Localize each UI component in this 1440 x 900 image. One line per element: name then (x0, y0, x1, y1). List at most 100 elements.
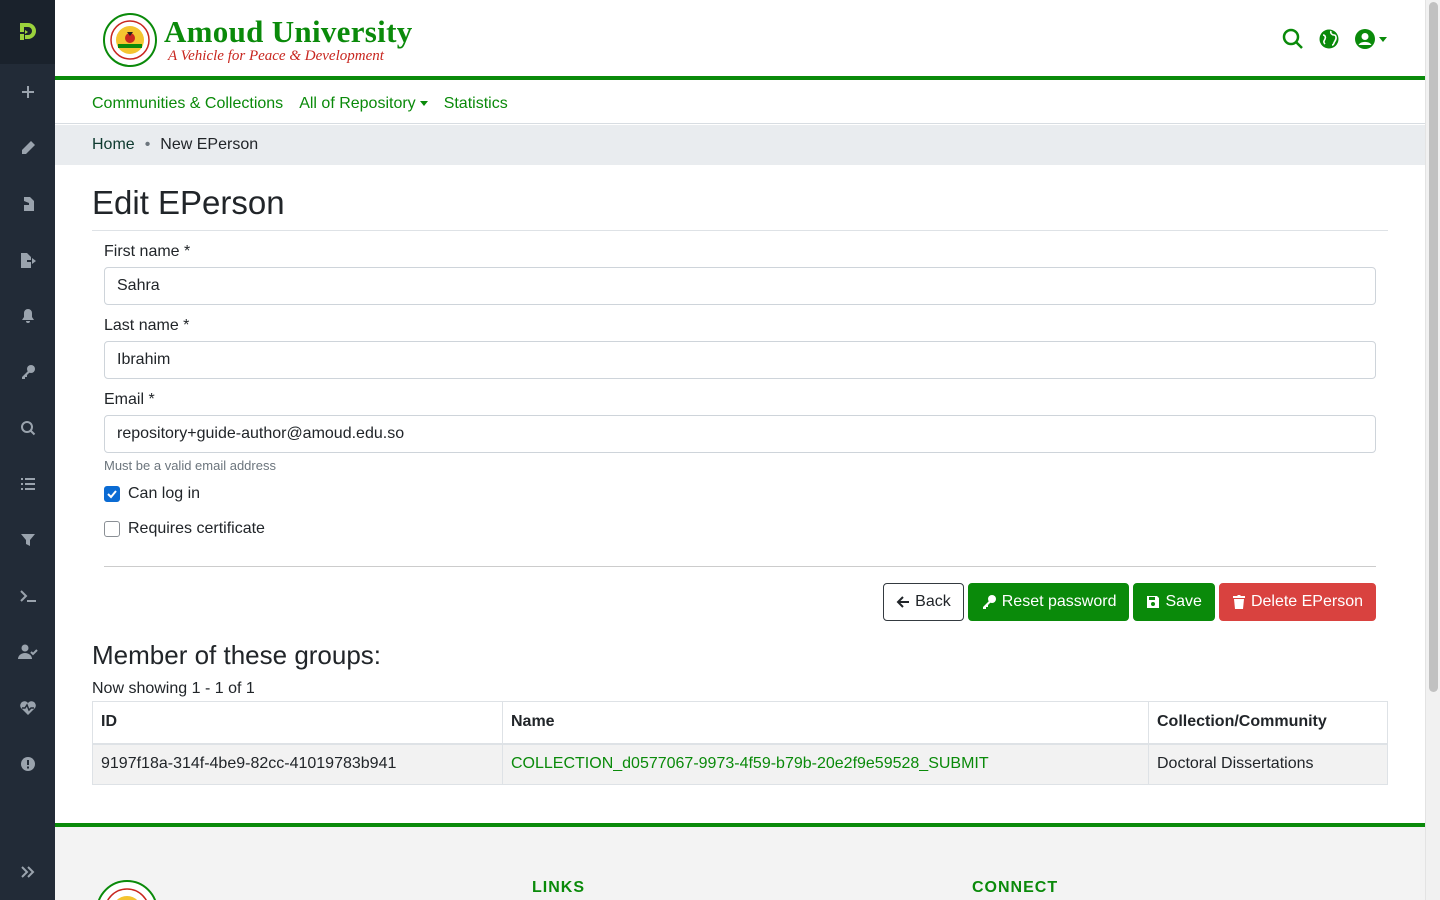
main-navbar: Communities & Collections All of Reposit… (55, 84, 1425, 124)
save-icon (1147, 596, 1160, 608)
university-seal-logo (103, 13, 157, 67)
list-icon (20, 478, 35, 490)
requires-certificate-checkbox[interactable] (104, 521, 120, 537)
heartbeat-icon (19, 701, 36, 715)
group-name-link[interactable]: COLLECTION_d0577067-9973-4f59-b79b-20e2f… (511, 755, 989, 772)
checkmark-icon (107, 490, 117, 499)
user-circle-icon (1355, 29, 1375, 49)
nav-statistics[interactable]: Statistics (444, 95, 508, 113)
table-row: 9197f18a-314f-4be9-82cc-41019783b941 COL… (92, 743, 1388, 785)
groups-section-title: Member of these groups: (92, 640, 382, 670)
footer-connect-heading: CONNECT (972, 879, 1059, 896)
column-header-collection: Collection/Community (1148, 701, 1388, 745)
page-title: Edit EPerson (92, 185, 1388, 231)
delete-eperson-button[interactable]: Delete EPerson (1218, 583, 1376, 621)
footer-seal-logo (98, 880, 156, 900)
form-divider (104, 566, 1376, 567)
admin-sidebar (0, 0, 55, 900)
key-icon (21, 365, 35, 379)
sidebar-item-processes[interactable] (0, 576, 55, 616)
can-login-checkbox-row: Can log in (104, 485, 1376, 503)
sidebar-item-system-alert[interactable] (0, 744, 55, 784)
groups-table: ID Name Collection/Community 9197f18a-31… (92, 701, 1388, 785)
sidebar-item-access-control[interactable] (0, 352, 55, 392)
breadcrumb-home[interactable]: Home (92, 136, 135, 154)
language-switch-button[interactable] (1318, 28, 1340, 50)
back-button-label: Back (915, 593, 951, 610)
sidebar-item-edit[interactable] (0, 128, 55, 168)
sidebar-item-admin-search[interactable] (0, 408, 55, 448)
reset-password-button[interactable]: Reset password (967, 583, 1130, 621)
can-login-checkbox[interactable] (104, 486, 120, 502)
brand-link[interactable]: Amoud University A Vehicle for Peace & D… (102, 12, 413, 68)
footer-links-heading: LINKS (532, 879, 585, 896)
pagination-summary: Now showing 1 - 1 of 1 (92, 680, 255, 697)
group-id-cell: 9197f18a-314f-4be9-82cc-41019783b941 (92, 743, 503, 785)
back-button[interactable]: Back (883, 583, 964, 621)
sidebar-item-health[interactable] (0, 688, 55, 728)
nav-communities-collections[interactable]: Communities & Collections (92, 95, 283, 113)
page-scrollbar[interactable] (1425, 0, 1440, 900)
column-header-id: ID (92, 701, 503, 745)
user-menu-button[interactable] (1354, 28, 1387, 50)
save-button[interactable]: Save (1133, 583, 1215, 621)
can-login-label: Can log in (128, 485, 201, 502)
header-actions (1282, 28, 1387, 50)
chevrons-right-icon (20, 866, 34, 878)
breadcrumb: Home • New EPerson (55, 125, 1425, 165)
plus-icon (21, 86, 34, 98)
trash-icon (1232, 595, 1245, 609)
breadcrumb-current: New EPerson (160, 136, 259, 153)
nav-all-of-repository[interactable]: All of Repository (299, 95, 428, 113)
email-label: Email * (104, 391, 155, 408)
last-name-label: Last name * (104, 317, 190, 334)
filter-icon (20, 534, 35, 546)
file-import-icon (23, 197, 34, 211)
table-header-row: ID Name Collection/Community (92, 701, 1388, 745)
email-help-text: Must be a valid email address (104, 458, 276, 473)
requires-certificate-label: Requires certificate (128, 520, 265, 537)
sidebar-item-notifications[interactable] (0, 296, 55, 336)
sidebar-item-workflow[interactable] (0, 632, 55, 672)
form-actions: Back Reset password Save Delete EPerson (104, 583, 1376, 621)
globe-icon (1319, 29, 1339, 49)
sidebar-item-registries[interactable] (0, 464, 55, 504)
group-name-cell: COLLECTION_d0577067-9973-4f59-b79b-20e2f… (502, 743, 1149, 785)
first-name-label: First name * (104, 243, 191, 260)
sidebar-item-new[interactable] (0, 72, 55, 112)
pencil-icon (21, 141, 35, 154)
dspace-logo-icon (19, 23, 36, 40)
sidebar-item-import[interactable] (0, 184, 55, 224)
page-content: Edit EPerson First name * Last name * Em… (92, 165, 1388, 785)
file-export-icon (20, 253, 36, 268)
eperson-form: First name * Last name * Email * Must be… (92, 242, 1388, 621)
site-footer: LINKS CONNECT (55, 823, 1425, 900)
header-search-button[interactable] (1282, 28, 1304, 50)
search-icon (1282, 28, 1303, 49)
arrow-left-icon (896, 596, 910, 608)
group-collection-cell: Doctoral Dissertations (1148, 743, 1388, 785)
sidebar-expand-toggle[interactable] (0, 852, 55, 892)
terminal-icon (19, 590, 36, 602)
breadcrumb-separator: • (144, 136, 151, 153)
brand-name: Amoud University (164, 14, 413, 49)
scrollbar-thumb[interactable] (1429, 2, 1438, 692)
nav-all-of-repository-label: All of Repository (299, 94, 416, 112)
site-header: Amoud University A Vehicle for Peace & D… (55, 0, 1425, 80)
chevron-down-icon (1379, 36, 1387, 42)
sidebar-item-curation[interactable] (0, 520, 55, 560)
main-area: Amoud University A Vehicle for Peace & D… (55, 0, 1425, 900)
last-name-input[interactable] (104, 341, 1376, 379)
requires-certificate-checkbox-row: Requires certificate (104, 520, 1376, 538)
first-name-input[interactable] (104, 267, 1376, 305)
dspace-logo[interactable] (0, 0, 55, 64)
sidebar-item-export[interactable] (0, 240, 55, 280)
email-input[interactable] (104, 415, 1376, 453)
key-icon (982, 595, 996, 609)
bell-icon (21, 309, 34, 323)
delete-eperson-button-label: Delete EPerson (1250, 593, 1363, 610)
brand-tagline: A Vehicle for Peace & Development (168, 48, 384, 64)
column-header-name: Name (502, 701, 1149, 745)
user-check-icon (17, 644, 38, 659)
reset-password-button-label: Reset password (1001, 593, 1117, 610)
